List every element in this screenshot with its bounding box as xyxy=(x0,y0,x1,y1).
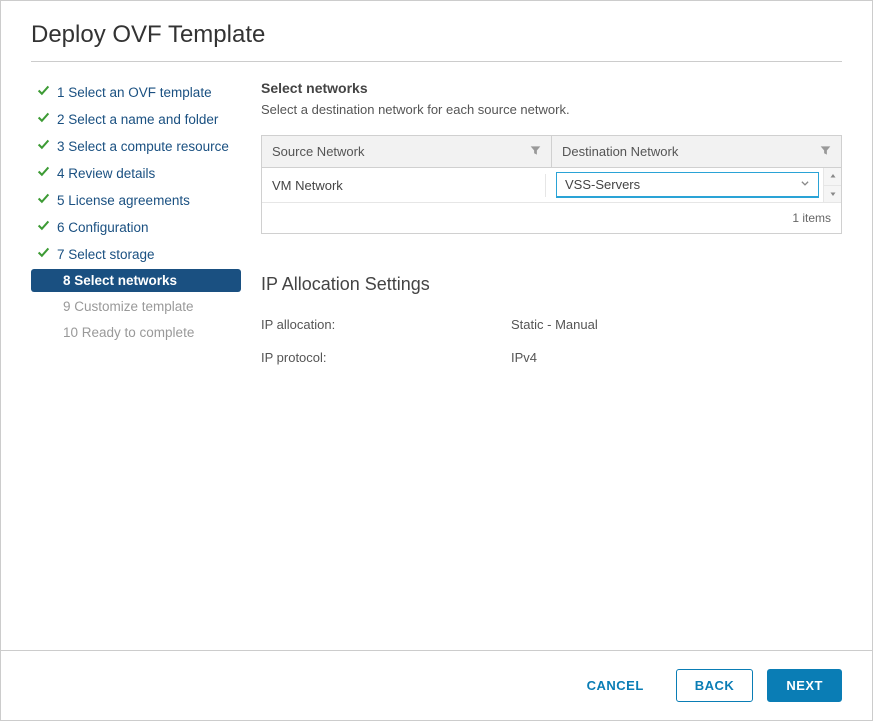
network-table: Source Network Destination Network VM Ne… xyxy=(261,135,842,234)
table-footer: 1 items xyxy=(262,203,841,233)
filter-icon[interactable] xyxy=(820,145,831,159)
check-icon xyxy=(37,192,53,208)
cancel-button[interactable]: CANCEL xyxy=(569,670,662,701)
filter-icon[interactable] xyxy=(530,145,541,159)
check-icon xyxy=(37,84,53,100)
check-icon xyxy=(37,138,53,154)
main-panel: Select networks Select a destination net… xyxy=(261,80,842,650)
source-network-cell: VM Network xyxy=(262,174,546,197)
step-ready-complete: 10 Ready to complete xyxy=(31,321,241,344)
col-destination-network[interactable]: Destination Network xyxy=(552,136,841,167)
col-source-network[interactable]: Source Network xyxy=(262,136,552,167)
step-label: 4 Review details xyxy=(57,166,155,181)
dialog-footer: CANCEL BACK NEXT xyxy=(1,650,872,720)
col-label: Destination Network xyxy=(562,144,678,159)
check-icon xyxy=(37,246,53,262)
section-title: Select networks xyxy=(261,80,842,96)
col-label: Source Network xyxy=(272,144,364,159)
section-subtitle: Select a destination network for each so… xyxy=(261,102,842,117)
step-compute-resource[interactable]: 3 Select a compute resource xyxy=(31,134,241,158)
check-icon xyxy=(37,165,53,181)
ip-allocation-label: IP allocation: xyxy=(261,317,511,332)
ip-protocol-value: IPv4 xyxy=(511,350,842,365)
step-label: 1 Select an OVF template xyxy=(57,85,212,100)
scroll-down-icon[interactable] xyxy=(824,186,841,203)
step-customize-template: 9 Customize template xyxy=(31,295,241,318)
check-icon xyxy=(37,111,53,127)
step-label: 3 Select a compute resource xyxy=(57,139,229,154)
wizard-sidebar: 1 Select an OVF template 2 Select a name… xyxy=(31,80,241,650)
dialog-header: Deploy OVF Template xyxy=(1,1,872,61)
step-label: 9 Customize template xyxy=(57,299,194,314)
destination-network-select[interactable]: VSS-Servers xyxy=(556,172,819,198)
step-label: 10 Ready to complete xyxy=(57,325,194,340)
scroll-up-icon[interactable] xyxy=(824,168,841,186)
step-name-folder[interactable]: 2 Select a name and folder xyxy=(31,107,241,131)
dialog-body: 1 Select an OVF template 2 Select a name… xyxy=(1,62,872,650)
step-label: 7 Select storage xyxy=(57,247,155,262)
destination-network-cell: VSS-Servers xyxy=(546,168,841,202)
step-configuration[interactable]: 6 Configuration xyxy=(31,215,241,239)
ip-protocol-row: IP protocol: IPv4 xyxy=(261,350,842,365)
table-header: Source Network Destination Network xyxy=(262,136,841,168)
step-select-networks[interactable]: 8 Select networks xyxy=(31,269,241,292)
ip-allocation-row: IP allocation: Static - Manual xyxy=(261,317,842,332)
dialog-title: Deploy OVF Template xyxy=(31,21,842,49)
chevron-down-icon xyxy=(800,178,810,191)
step-label: 8 Select networks xyxy=(57,273,177,288)
table-row: VM Network VSS-Servers xyxy=(262,168,841,203)
step-label: 2 Select a name and folder xyxy=(57,112,218,127)
step-label: 5 License agreements xyxy=(57,193,190,208)
step-select-storage[interactable]: 7 Select storage xyxy=(31,242,241,266)
check-icon xyxy=(37,219,53,235)
back-button[interactable]: BACK xyxy=(676,669,754,702)
ip-protocol-label: IP protocol: xyxy=(261,350,511,365)
next-button[interactable]: NEXT xyxy=(767,669,842,702)
row-scroll xyxy=(823,168,841,202)
step-ovf-template[interactable]: 1 Select an OVF template xyxy=(31,80,241,104)
step-label: 6 Configuration xyxy=(57,220,149,235)
ip-allocation-value: Static - Manual xyxy=(511,317,842,332)
step-review-details[interactable]: 4 Review details xyxy=(31,161,241,185)
deploy-ovf-dialog: Deploy OVF Template 1 Select an OVF temp… xyxy=(0,0,873,721)
select-value: VSS-Servers xyxy=(565,177,640,192)
ip-allocation-heading: IP Allocation Settings xyxy=(261,274,842,295)
step-license[interactable]: 5 License agreements xyxy=(31,188,241,212)
